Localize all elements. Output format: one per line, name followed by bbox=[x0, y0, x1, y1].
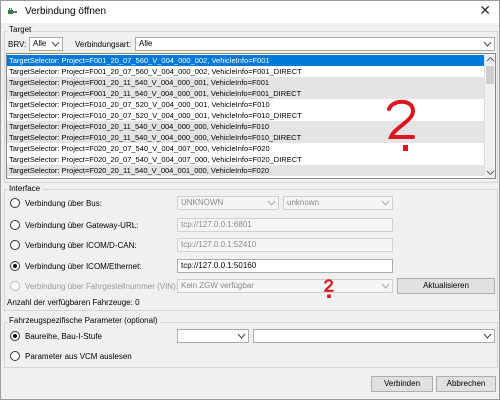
plug-icon bbox=[8, 8, 17, 14]
brv-value: Alle bbox=[33, 39, 47, 48]
vin-value: Kein ZGW verfügbar bbox=[181, 281, 254, 290]
vehicle-count-label: Anzahl der verfügbaren Fahrzeuge: 0 bbox=[7, 298, 140, 307]
list-item[interactable]: TargetSelector: Project=F020_20_11_540_V… bbox=[7, 165, 485, 176]
brv-select[interactable]: Alle bbox=[29, 37, 63, 51]
annotation-mark-list bbox=[387, 99, 416, 151]
connection-type-value: Alle bbox=[139, 39, 153, 48]
interface-group-label: Interface bbox=[7, 184, 43, 193]
brv-label: BRV: bbox=[8, 40, 27, 49]
window-title: Verbindung öffnen bbox=[25, 6, 107, 17]
list-item[interactable]: TargetSelector: Project=F001_20_11_540_V… bbox=[7, 77, 485, 88]
params-group-label: Fahrzeugspezifische Parameter (optional) bbox=[7, 316, 160, 325]
scroll-down-icon[interactable] bbox=[486, 168, 495, 177]
bus-sub-value: unknown bbox=[287, 198, 320, 207]
ethernet-label: Verbindung über ICOM/Ethernet: bbox=[25, 262, 142, 271]
bus-value: UNKNOWN bbox=[181, 198, 224, 207]
gateway-label: Verbindung über Gateway-URL: bbox=[25, 221, 139, 230]
chevron-down-icon bbox=[381, 283, 390, 289]
scroll-up-icon[interactable] bbox=[486, 55, 495, 64]
list-item[interactable]: TargetSelector: Project=F001_20_07_560_V… bbox=[7, 55, 485, 66]
vin-select[interactable]: Kein ZGW verfügbar bbox=[177, 279, 393, 293]
list-item[interactable]: TargetSelector: Project=F001_20_07_560_V… bbox=[7, 66, 485, 77]
baureihe-label: Baureihe, Bau-I-Stufe bbox=[25, 332, 102, 341]
chevron-down-icon bbox=[381, 200, 390, 206]
dcan-url-field[interactable]: tcp://127.0.0.1:52410 bbox=[177, 238, 393, 252]
radio-vin[interactable] bbox=[10, 281, 20, 291]
radio-gateway[interactable] bbox=[10, 220, 20, 230]
chevron-down-icon bbox=[237, 333, 246, 339]
refresh-button[interactable]: Aktualisieren bbox=[397, 278, 495, 294]
radio-bus[interactable] bbox=[10, 198, 20, 208]
vcm-label: Parameter aus VCM auslesen bbox=[25, 352, 132, 361]
chevron-down-icon bbox=[483, 333, 492, 339]
baureihe-select[interactable] bbox=[177, 329, 249, 343]
radio-dcan[interactable] bbox=[10, 240, 20, 250]
connection-dialog: Verbindung öffnen ✕ Target BRV: Alle Ver… bbox=[0, 0, 500, 400]
chevron-down-icon bbox=[267, 200, 276, 206]
connection-type-select[interactable]: Alle bbox=[135, 37, 495, 51]
radio-baureihe[interactable] bbox=[10, 331, 20, 341]
connect-button[interactable]: Verbinden bbox=[371, 376, 433, 392]
connection-type-label: Verbindungsart: bbox=[75, 40, 132, 49]
title-bar: Verbindung öffnen ✕ bbox=[1, 1, 499, 23]
bus-sub-select[interactable]: unknown bbox=[283, 196, 393, 210]
annotation-mark-interface bbox=[323, 279, 334, 299]
bus-label: Verbindung über Bus: bbox=[25, 199, 102, 208]
bau-i-stufe-select[interactable] bbox=[253, 329, 495, 343]
chevron-down-icon bbox=[483, 41, 492, 47]
list-scrollbar[interactable] bbox=[484, 54, 495, 178]
radio-vcm[interactable] bbox=[10, 351, 20, 361]
radio-ethernet[interactable] bbox=[10, 261, 20, 271]
target-group-label: Target bbox=[7, 25, 34, 34]
gateway-url-field[interactable]: tcp://127.0.0.1:6801 bbox=[177, 218, 393, 232]
close-icon[interactable]: ✕ bbox=[479, 4, 491, 18]
dcan-label: Verbindung über ICOM/D-CAN: bbox=[25, 241, 137, 250]
bus-select[interactable]: UNKNOWN bbox=[177, 196, 279, 210]
cancel-button[interactable]: Abbrechen bbox=[436, 376, 496, 392]
scrollbar-thumb[interactable] bbox=[486, 66, 494, 84]
ethernet-url-field[interactable]: tcp://127.0.0.1:50160 bbox=[177, 259, 393, 273]
chevron-down-icon bbox=[51, 41, 60, 47]
vin-label: Verbindung über Fahrgestellnummer (VIN): bbox=[25, 282, 178, 291]
